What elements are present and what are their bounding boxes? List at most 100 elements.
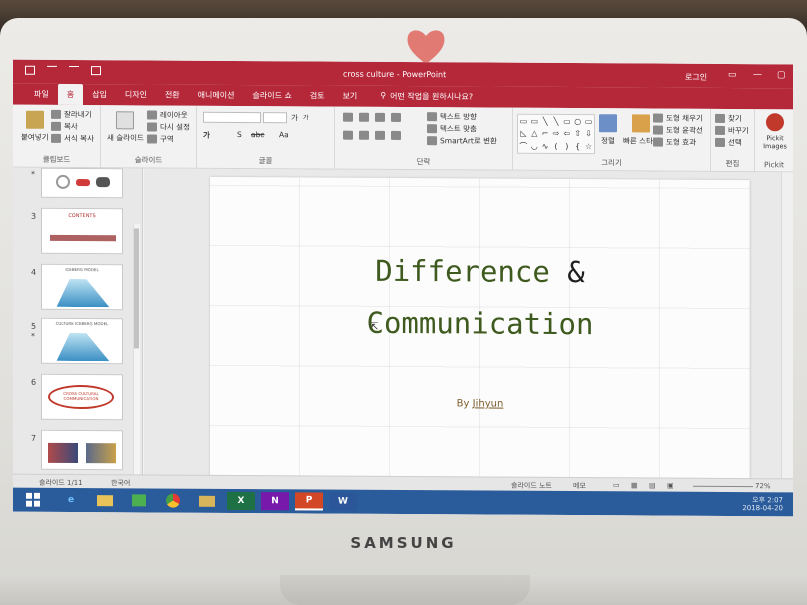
- tab-transitions[interactable]: 전환: [156, 89, 189, 105]
- tab-design[interactable]: 디자인: [116, 89, 156, 105]
- slide-thumbnail-7[interactable]: [41, 429, 123, 471]
- slide-thumbnail-3[interactable]: CONTENTS: [41, 207, 123, 255]
- store-icon[interactable]: [125, 491, 153, 509]
- strikethrough-button[interactable]: abc: [251, 130, 264, 139]
- onenote-icon[interactable]: N: [261, 492, 289, 511]
- align-buttons[interactable]: [343, 130, 401, 140]
- text-direction-button[interactable]: 텍스트 방향: [427, 111, 477, 122]
- slide-title-line-2[interactable]: Communication: [210, 305, 750, 342]
- login-link[interactable]: 로그인: [685, 72, 707, 83]
- tab-view[interactable]: 보기: [334, 91, 367, 107]
- paste-button[interactable]: 붙여넣기: [21, 110, 49, 143]
- windows-start-icon[interactable]: [19, 491, 47, 509]
- thumb-photo: [86, 443, 116, 464]
- cut-button[interactable]: 잘라내기: [51, 109, 92, 120]
- replace-label: 바꾸기: [728, 125, 749, 136]
- group-slides: 새 슬라이드 레이아웃 다시 설정 구역 슬라이드: [101, 105, 197, 169]
- present-icon[interactable]: [91, 66, 101, 76]
- paint-bucket-icon: [653, 113, 663, 123]
- maximize-icon[interactable]: ▢: [777, 70, 789, 80]
- tab-home[interactable]: 홈: [57, 83, 84, 106]
- arrange-button[interactable]: 정렬: [599, 114, 617, 146]
- excel-icon[interactable]: X: [227, 491, 255, 511]
- new-slide-button[interactable]: 새 슬라이드: [107, 111, 144, 143]
- comments-button[interactable]: 메모: [573, 481, 586, 491]
- shape-effects-button[interactable]: 도형 효과: [653, 137, 696, 148]
- zoom-level[interactable]: 72%: [755, 482, 771, 490]
- bullets-icon: [343, 112, 353, 122]
- thumb-heading: CULTURE ICEBERG MODEL: [55, 320, 109, 327]
- undo-icon[interactable]: [47, 65, 57, 75]
- current-slide[interactable]: Difference & Communication By Jihyun ⇱: [210, 176, 750, 489]
- language-indicator[interactable]: 한국어: [111, 478, 130, 488]
- tab-insert[interactable]: 삽입: [83, 89, 116, 105]
- pickit-button[interactable]: Pickit Images: [761, 113, 789, 150]
- group-editing: 찾기 바꾸기 선택 편집: [711, 108, 755, 173]
- slide-byline[interactable]: By Jihyun: [210, 397, 750, 411]
- canvas-scrollbar[interactable]: [781, 172, 793, 517]
- shadow-button[interactable]: S: [237, 130, 242, 139]
- format-painter-button[interactable]: 서식 복사: [51, 133, 94, 144]
- outdent-icon: [391, 112, 401, 122]
- numbering-icon: [359, 112, 369, 122]
- sorter-view-icon[interactable]: ▦: [631, 481, 638, 489]
- title-ampersand: &: [567, 255, 585, 290]
- ribbon-display-icon[interactable]: ▭: [728, 70, 740, 80]
- minimize-icon[interactable]: —: [753, 70, 765, 80]
- increase-font-button[interactable]: 가: [291, 112, 298, 123]
- layout-button[interactable]: 레이아웃: [147, 109, 188, 120]
- redo-icon[interactable]: [69, 65, 79, 76]
- find-button[interactable]: 찾기: [715, 113, 742, 124]
- slide-thumbnail-6[interactable]: CROSS CULTURAL COMMUNICATION: [41, 373, 123, 421]
- word-icon[interactable]: W: [329, 492, 357, 511]
- select-button[interactable]: 선택: [715, 137, 742, 148]
- chrome-icon[interactable]: [159, 492, 187, 510]
- folder-icon[interactable]: [193, 492, 221, 510]
- font-size-dropdown[interactable]: [263, 112, 287, 124]
- change-case-button[interactable]: Aa: [279, 130, 289, 139]
- shape-fill-button[interactable]: 도형 채우기: [653, 113, 703, 124]
- replace-button[interactable]: 바꾸기: [715, 125, 749, 136]
- normal-view-icon[interactable]: ▭: [613, 481, 620, 489]
- tab-animations[interactable]: 애니메이션: [189, 90, 244, 106]
- copy-button[interactable]: 복사: [51, 121, 78, 132]
- shapes-gallery[interactable]: ▭ ▭ ╲ ╲ ▭ ○ ▭ ◺ △ ⌐ ⇨ ⇦ ⇧ ⇩ ⌒ ◡ ∿(){☆: [517, 113, 595, 155]
- slide-thumbnail-5[interactable]: CULTURE ICEBERG MODEL: [41, 317, 123, 365]
- system-tray-clock[interactable]: 오후 2:07 2018-04-20: [742, 496, 783, 512]
- internet-explorer-icon[interactable]: e: [57, 491, 85, 509]
- section-button[interactable]: 구역: [147, 133, 174, 144]
- notes-button[interactable]: 슬라이드 노트: [511, 481, 552, 491]
- clock-date: 2018-04-20: [742, 504, 783, 513]
- tab-file[interactable]: 파일: [25, 89, 58, 105]
- slideshow-view-icon[interactable]: ▣: [667, 482, 674, 490]
- thumb-bar: [50, 234, 116, 242]
- tab-slide-show[interactable]: 슬라이드 쇼: [243, 90, 300, 106]
- cut-label: 잘라내기: [64, 109, 92, 120]
- file-explorer-icon[interactable]: [91, 491, 119, 509]
- bold-button[interactable]: 가: [203, 130, 210, 141]
- clock-time: 오후 2:07: [752, 496, 783, 505]
- bullet-buttons[interactable]: [343, 112, 401, 122]
- smartart-button[interactable]: SmartArt로 변환: [427, 135, 497, 146]
- new-slide-label: 새 슬라이드: [107, 133, 144, 143]
- drawing-group-label: 그리기: [601, 158, 622, 168]
- save-icon[interactable]: [25, 65, 35, 75]
- slide-title-line-1[interactable]: Difference &: [210, 253, 750, 290]
- shape-outline-button[interactable]: 도형 윤곽선: [653, 125, 703, 136]
- slide-thumbnail-2[interactable]: [41, 167, 123, 199]
- quick-access-toolbar: [25, 65, 101, 76]
- decrease-font-button[interactable]: 가: [303, 112, 309, 121]
- powerpoint-icon[interactable]: P: [295, 492, 323, 511]
- slide-thumbnail-4[interactable]: ICEBERG MODEL: [41, 263, 123, 311]
- align-text-button[interactable]: 텍스트 맞춤: [427, 123, 477, 134]
- thumbnail-scroll-thumb[interactable]: [134, 228, 139, 349]
- pickit-group-label: Pickit: [764, 160, 784, 170]
- reading-view-icon[interactable]: ▤: [649, 482, 656, 490]
- group-clipboard: 붙여넣기 잘라내기 복사 서식 복사 클립보드: [13, 104, 101, 169]
- tab-review[interactable]: 검토: [301, 90, 334, 106]
- justify-icon: [391, 130, 401, 140]
- font-name-dropdown[interactable]: [203, 111, 261, 124]
- reset-button[interactable]: 다시 설정: [147, 121, 190, 132]
- tell-me-box[interactable]: ⚲ 어떤 작업을 원하시나요?: [366, 91, 473, 108]
- zoom-slider[interactable]: [693, 485, 753, 488]
